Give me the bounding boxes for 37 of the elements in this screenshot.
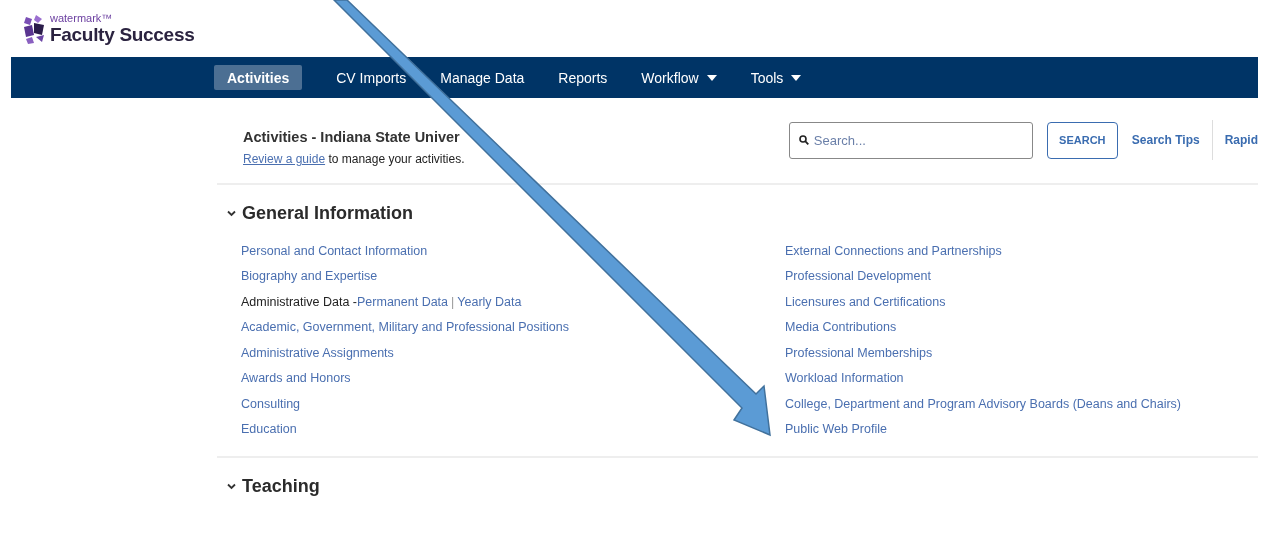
activity-link[interactable]: Biography and Expertise	[241, 269, 378, 284]
activity-link[interactable]: Administrative Assignments	[241, 345, 394, 360]
activity-link[interactable]: Professional Memberships	[785, 345, 933, 360]
activity-link[interactable]: Consulting	[241, 396, 301, 411]
nav-tab[interactable]: Workflow	[641, 70, 717, 85]
activity-link[interactable]: Academic, Government, Military and Professional Positions	[241, 320, 569, 335]
nav-tab[interactable]: Reports	[558, 70, 608, 85]
activity-link[interactable]: Licensures and Certifications	[785, 294, 946, 309]
activity-link[interactable]: Professional Development	[785, 269, 931, 284]
page-title: Activities - Indiana State Univer	[243, 129, 461, 145]
product-name: Faculty Success	[50, 25, 195, 44]
header-link[interactable]: Rapid	[1224, 133, 1258, 147]
activity-link[interactable]: External Connections and Partnerships	[785, 243, 1002, 258]
header-link[interactable]: Search Tips	[1131, 133, 1200, 147]
activity-link[interactable]: Yearly Data	[457, 294, 522, 309]
section-header[interactable]: General Information	[217, 203, 414, 224]
activity-link[interactable]: Workload Information	[785, 371, 904, 386]
nav-tab[interactable]: Manage Data	[440, 70, 525, 85]
nav-tab[interactable]: Activities	[214, 65, 303, 90]
search-field[interactable]: Search...	[788, 121, 1033, 159]
link-separator: |	[451, 294, 455, 309]
activity-link[interactable]: Public Web Profile	[785, 422, 887, 437]
activity-link[interactable]: Personal and Contact Information	[241, 243, 428, 258]
nav-tab[interactable]: CV Imports	[336, 70, 407, 85]
activity-link[interactable]: Media Contributions	[785, 320, 897, 335]
logo-icon	[22, 12, 46, 45]
activity-label: Administrative Data -	[241, 294, 357, 309]
activity-link[interactable]: College, Department and Program Advisory Boards (Deans and Chairs)	[785, 396, 1182, 411]
guide-link[interactable]: Review a guide	[243, 152, 326, 166]
activity-link[interactable]: Permanent Data	[357, 294, 449, 309]
page-subtitle: Review a guide to manage your activities.	[243, 152, 465, 166]
activity-link[interactable]: Education	[241, 422, 297, 437]
activity-link[interactable]: Awards and Honors	[241, 371, 351, 386]
nav-tab[interactable]: Tools	[750, 70, 802, 85]
brand-name: watermark™	[50, 13, 114, 24]
section-header[interactable]: Teaching	[217, 476, 320, 497]
search-button[interactable]: SEARCH	[1046, 121, 1118, 159]
